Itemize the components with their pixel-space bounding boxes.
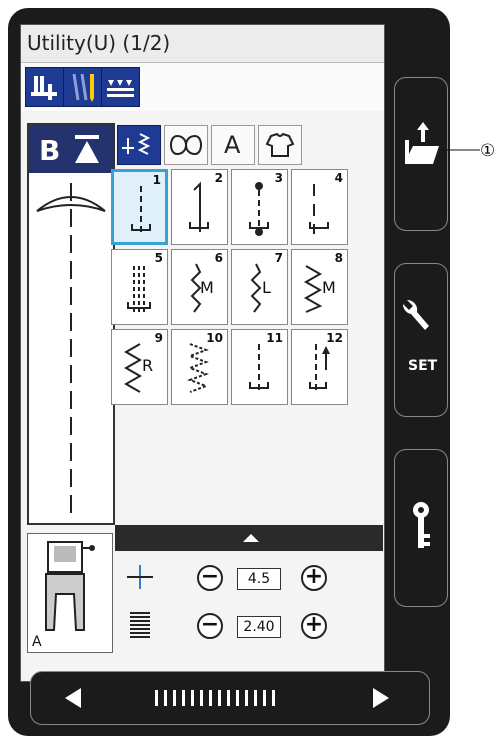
- length-plus-button[interactable]: +: [301, 613, 327, 639]
- presser-foot-indicator: A: [27, 533, 113, 653]
- multi-zigzag-icon: [187, 343, 209, 393]
- b-indicator-box: B: [29, 125, 113, 173]
- lock-button[interactable]: [394, 449, 448, 607]
- feed-dog-icon: [107, 80, 134, 97]
- decorative-stitch-icon: [170, 135, 202, 156]
- set-label: SET: [408, 358, 438, 374]
- stitch-length-value: 2.40: [237, 616, 281, 638]
- stitch-button-1[interactable]: 1: [111, 169, 168, 245]
- key-icon: [413, 502, 430, 548]
- stitch-button-11[interactable]: 11: [231, 329, 288, 405]
- preview-stitch-line: [36, 183, 106, 513]
- page-navigation-bar: [30, 671, 430, 725]
- reverse-arrow-icon: [75, 135, 99, 163]
- next-page-button[interactable]: [365, 686, 397, 710]
- stretch-stitch-icon: [250, 263, 262, 313]
- stitch-button-3[interactable]: 3: [231, 169, 288, 245]
- right-arrow-icon: [373, 688, 389, 708]
- stitch-button-2[interactable]: 2: [171, 169, 228, 245]
- set-mode-button[interactable]: SET: [394, 263, 448, 417]
- expand-up-icon: [243, 534, 259, 542]
- feed-dog-button[interactable]: [101, 67, 140, 107]
- callout-line: [440, 149, 480, 151]
- width-minus-button[interactable]: −: [197, 565, 223, 591]
- straight-stitch-icon: [131, 186, 151, 234]
- triple-stitch-icon: [127, 266, 151, 312]
- page-scroll-indicator: [155, 690, 275, 706]
- needle-icon: [72, 73, 94, 102]
- stitch-button-7[interactable]: 7 L: [231, 249, 288, 325]
- letters-tab-label: A: [224, 131, 241, 159]
- stitch-button-9[interactable]: 9 R: [111, 329, 168, 405]
- wrench-icon: [402, 299, 429, 330]
- shirt-icon: [265, 132, 295, 157]
- zigzag-stitch-icon: [123, 343, 143, 393]
- length-minus-button[interactable]: −: [197, 613, 223, 639]
- stitch-button-10[interactable]: 10: [171, 329, 228, 405]
- zigzag-stitch-icon: [303, 265, 323, 313]
- needle-up-down-button[interactable]: [25, 67, 64, 107]
- stitch-preview: B: [27, 123, 115, 525]
- stretch-stitch-icon: [190, 263, 202, 313]
- screen-title: Utility(U) (1/2): [27, 31, 171, 55]
- stitch-button-12[interactable]: 12: [291, 329, 348, 405]
- stitch-button-8[interactable]: 8 M: [291, 249, 348, 325]
- adjust-bar-toggle[interactable]: [115, 525, 383, 551]
- foot-label: A: [32, 634, 42, 650]
- stitch-button-5[interactable]: 5: [111, 249, 168, 325]
- title-bar: Utility(U) (1/2): [21, 25, 384, 63]
- left-arrow-icon: [65, 688, 81, 708]
- width-plus-button[interactable]: +: [301, 565, 327, 591]
- tab-utility[interactable]: [117, 125, 161, 165]
- tab-letters[interactable]: A: [211, 125, 255, 165]
- callout-number: ①: [480, 141, 496, 161]
- lcd-screen: Utility(U) (1/2) B A 1 2 3 4 5 6 M 7 L 8…: [20, 24, 385, 682]
- stitch-length-icon: [130, 612, 150, 638]
- stitch-button-6[interactable]: 6 M: [171, 249, 228, 325]
- stitch-width-value: 4.5: [237, 568, 281, 590]
- lock-stitch-icon: [249, 182, 269, 236]
- tab-garment[interactable]: [258, 125, 302, 165]
- basting-stitch-icon: [309, 184, 329, 234]
- stitch-width-icon: [127, 565, 153, 589]
- reverse-stitch-icon: [309, 344, 330, 392]
- bartack-stitch-icon: [249, 344, 269, 392]
- previous-page-button[interactable]: [59, 686, 91, 710]
- left-needle-stitch-icon: [189, 181, 209, 232]
- tab-decorative[interactable]: [164, 125, 208, 165]
- stitch-button-4[interactable]: 4: [291, 169, 348, 245]
- utility-stitch-icon: [122, 133, 151, 155]
- needle-position-icon: [31, 76, 57, 100]
- needle-threader-button[interactable]: [63, 67, 102, 107]
- mode-bar: [21, 63, 384, 111]
